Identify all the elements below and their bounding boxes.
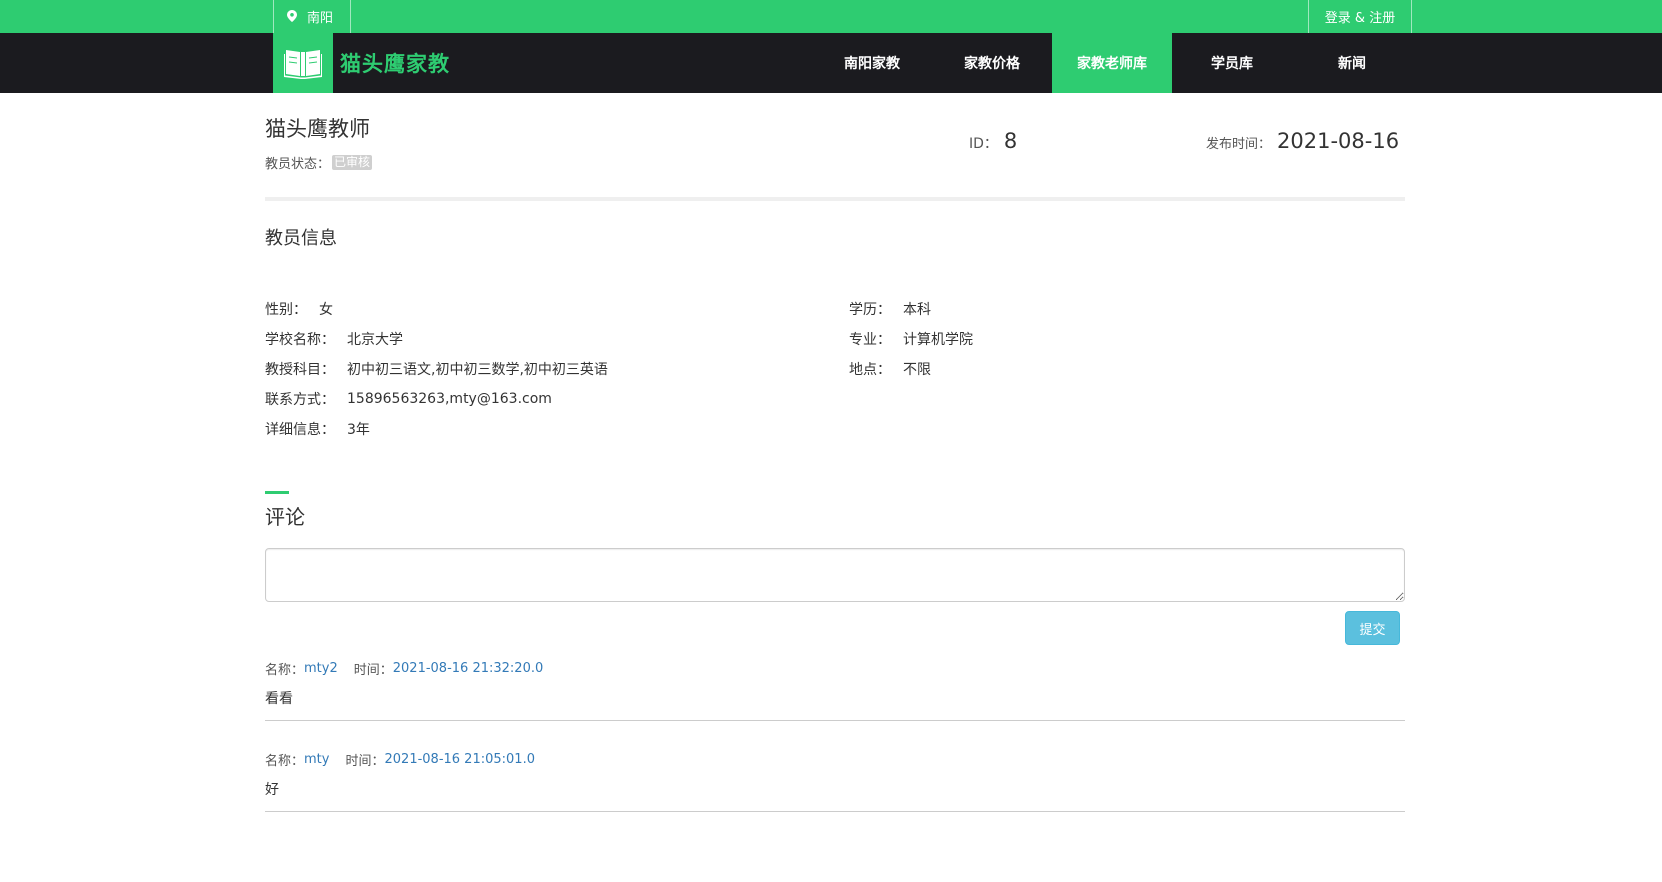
info-key: 详细信息： <box>265 422 335 438</box>
comment-input[interactable] <box>265 548 1405 602</box>
teacher-status: 教员状态： 已审核 <box>265 153 373 172</box>
comment-author[interactable]: mty <box>304 752 329 767</box>
login-register-link[interactable]: 登录 & 注册 <box>1308 0 1412 33</box>
comment-section-accent <box>265 491 289 494</box>
info-key: 地点： <box>849 362 891 378</box>
id-label: ID： <box>969 136 998 152</box>
main-navbar: 猫头鹰家教 南阳家教 家教价格 家教老师库 学员库 新闻 <box>0 33 1662 93</box>
brand[interactable]: 猫头鹰家教 <box>273 33 450 93</box>
comment-divider <box>265 720 1405 721</box>
publish-date-label: 发布时间： <box>1206 137 1272 152</box>
comment-author[interactable]: mty2 <box>304 661 338 676</box>
submit-button[interactable]: 提交 <box>1345 611 1400 645</box>
info-key: 专业： <box>849 332 891 348</box>
nav-menu: 南阳家教 家教价格 家教老师库 学员库 新闻 <box>812 33 1412 93</box>
info-value: 本科 <box>903 302 931 318</box>
id-value: 8 <box>1003 129 1018 153</box>
publish-date: 发布时间： 2021-08-16 <box>1206 129 1399 153</box>
info-key: 学校名称： <box>265 332 335 348</box>
city-label: 南阳 <box>307 11 334 26</box>
book-icon <box>273 33 333 93</box>
comment-item: 名称： mty2 时间： 2021-08-16 21:32:20.0 看看 <box>265 659 1405 721</box>
nav-item-news[interactable]: 新闻 <box>1292 33 1412 93</box>
status-label: 教员状态： <box>265 157 331 172</box>
teacher-id: ID： 8 <box>969 129 1017 153</box>
city-selector[interactable]: 南阳 <box>273 0 351 33</box>
comment-section-title: 评论 <box>265 505 305 529</box>
info-key: 联系方式： <box>265 392 335 408</box>
publish-date-value: 2021-08-16 <box>1277 129 1400 153</box>
comment-time: 2021-08-16 21:05:01.0 <box>384 751 535 767</box>
info-key: 教授科目： <box>265 362 335 378</box>
comment-text: 好 <box>265 782 279 798</box>
nav-item-teacher-library[interactable]: 家教老师库 <box>1052 33 1172 93</box>
brand-name: 猫头鹰家教 <box>340 52 450 76</box>
info-value: 3年 <box>347 422 370 438</box>
info-row-gender: 性别： 女 <box>265 294 608 324</box>
location-pin-icon <box>287 0 307 33</box>
comment-meta: 名称： mty2 时间： 2021-08-16 21:32:20.0 <box>265 659 1405 678</box>
comment-time: 2021-08-16 21:32:20.0 <box>392 660 544 676</box>
comment-text: 看看 <box>265 691 293 707</box>
info-value: 15896563263,mty@163.com <box>347 391 552 407</box>
nav-item-nanyang-tutoring[interactable]: 南阳家教 <box>812 33 932 93</box>
info-row-education: 学历： 本科 <box>849 294 973 324</box>
info-value: 北京大学 <box>347 332 403 348</box>
comment-item: 名称： mty 时间： 2021-08-16 21:05:01.0 好 <box>265 750 1405 812</box>
info-row-location: 地点： 不限 <box>849 354 973 384</box>
teacher-name: 猫头鹰教师 <box>265 117 370 141</box>
comment-time-label: 时间： <box>353 662 393 678</box>
comment-name-label: 名称： <box>265 662 305 678</box>
comment-meta: 名称： mty 时间： 2021-08-16 21:05:01.0 <box>265 750 1405 769</box>
info-key: 性别： <box>265 302 307 318</box>
nav-item-tutoring-price[interactable]: 家教价格 <box>932 33 1052 93</box>
info-value: 女 <box>319 302 333 318</box>
comment-time-label: 时间： <box>345 753 385 769</box>
status-badge: 已审核 <box>332 155 373 170</box>
info-value: 不限 <box>903 362 931 378</box>
info-row-school: 学校名称： 北京大学 <box>265 324 608 354</box>
top-bar: 南阳 登录 & 注册 <box>0 0 1662 33</box>
info-section-title: 教员信息 <box>265 228 337 249</box>
nav-item-student-library[interactable]: 学员库 <box>1172 33 1292 93</box>
info-right-column: 学历： 本科 专业： 计算机学院 地点： 不限 <box>849 294 973 384</box>
info-key: 学历： <box>849 302 891 318</box>
comment-divider <box>265 811 1405 812</box>
comment-name-label: 名称： <box>265 753 305 769</box>
info-row-major: 专业： 计算机学院 <box>849 324 973 354</box>
header-divider <box>265 197 1405 201</box>
info-row-subjects: 教授科目： 初中初三语文,初中初三数学,初中初三英语 <box>265 354 608 384</box>
info-left-column: 性别： 女 学校名称： 北京大学 教授科目： 初中初三语文,初中初三数学,初中初… <box>265 294 608 444</box>
info-row-details: 详细信息： 3年 <box>265 414 608 444</box>
info-value: 初中初三语文,初中初三数学,初中初三英语 <box>347 362 608 378</box>
info-value: 计算机学院 <box>903 332 973 348</box>
info-row-contact: 联系方式： 15896563263,mty@163.com <box>265 384 608 414</box>
